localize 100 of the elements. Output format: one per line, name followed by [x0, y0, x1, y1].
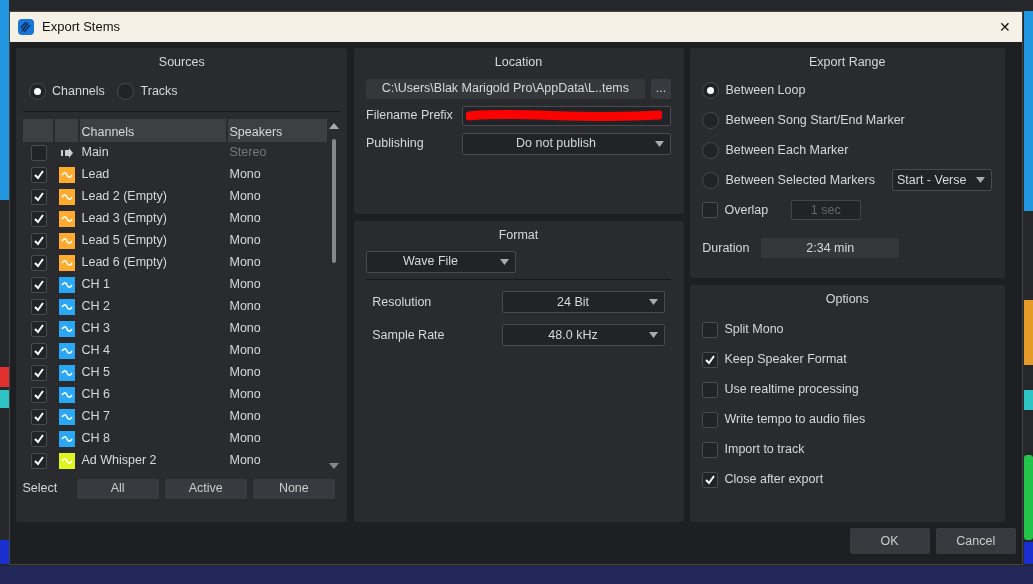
- channel-name: Ad Whisper 2: [80, 452, 158, 470]
- speaker-format: Mono: [229, 188, 261, 206]
- panel-title: Export Range: [808, 54, 887, 72]
- field-label: Sample Rate: [372, 326, 446, 344]
- resolution-dropdown[interactable]: 24 Bit: [502, 291, 665, 314]
- caret-icon: [976, 177, 986, 184]
- speaker-format: Mono: [229, 210, 261, 228]
- speaker-format: Stereo: [229, 144, 267, 162]
- radio-button[interactable]: [702, 111, 720, 129]
- browse-button[interactable]: ...: [651, 78, 671, 99]
- radio-button[interactable]: [28, 83, 46, 101]
- select-button[interactable]: All: [76, 478, 159, 499]
- checkbox[interactable]: [30, 276, 47, 293]
- select-button[interactable]: None: [252, 478, 335, 499]
- speaker-format: Mono: [229, 232, 261, 250]
- checkbox[interactable]: [30, 298, 47, 315]
- select-label: Select: [22, 480, 59, 498]
- panel-title: Location: [493, 54, 544, 72]
- checkbox[interactable]: [702, 441, 719, 458]
- sample-rate-dropdown[interactable]: 48.0 kHz: [502, 324, 665, 347]
- radio-button[interactable]: [702, 81, 720, 99]
- speaker-format: Mono: [229, 364, 261, 382]
- channel-name: Lead 3 (Empty): [80, 210, 168, 228]
- channel-name: Lead: [80, 166, 111, 184]
- panel-title: Sources: [157, 54, 206, 72]
- field-label: Publishing: [366, 135, 425, 153]
- speaker-format: Mono: [229, 342, 261, 360]
- path-field[interactable]: C:\Users\Blak Marigold Pro\AppData\L..tems: [366, 78, 645, 99]
- markers-dropdown[interactable]: Start - Verse: [892, 169, 993, 192]
- column-header: Channels: [79, 118, 228, 142]
- checkbox[interactable]: [30, 430, 47, 447]
- channel-name: CH 7: [80, 408, 111, 426]
- radio-label: Tracks: [140, 83, 178, 101]
- radio-label: Between Song Start/End Marker: [725, 112, 905, 129]
- channel-name: CH 4: [80, 342, 111, 360]
- select-button[interactable]: Active: [164, 478, 247, 499]
- checkbox[interactable]: [702, 202, 719, 219]
- channel-name: CH 1: [80, 276, 111, 294]
- channel-name: CH 2: [80, 298, 111, 316]
- checkbox[interactable]: [30, 342, 47, 359]
- checkbox-label: Write tempo to audio files: [724, 411, 866, 429]
- channel-name: CH 5: [80, 364, 111, 382]
- checkbox-label: Split Mono: [724, 321, 784, 339]
- speaker-format: Mono: [229, 452, 261, 470]
- checkbox[interactable]: [30, 364, 47, 381]
- checkbox[interactable]: [30, 166, 47, 183]
- radio-button[interactable]: [702, 171, 720, 189]
- checkbox[interactable]: [30, 386, 47, 403]
- publishing-dropdown[interactable]: Do not publish: [462, 132, 671, 155]
- checkbox-label: Close after export: [724, 471, 824, 489]
- checkbox-label: Import to track: [724, 441, 805, 459]
- checkbox[interactable]: [702, 471, 719, 488]
- track-clip: [1024, 542, 1033, 564]
- speaker-format: Mono: [229, 386, 261, 404]
- field-label: Resolution: [372, 293, 433, 311]
- track-clip: [0, 367, 9, 387]
- checkbox-label: Keep Speaker Format: [724, 351, 847, 369]
- speaker-format: Mono: [229, 430, 261, 448]
- radio-button[interactable]: [117, 83, 135, 101]
- dialog-button[interactable]: Cancel: [935, 528, 1016, 555]
- checkbox[interactable]: [30, 254, 47, 271]
- checkbox[interactable]: [30, 210, 47, 227]
- speaker-format: Mono: [229, 254, 261, 272]
- track-clip: [1024, 300, 1033, 365]
- checkbox[interactable]: [30, 144, 47, 161]
- speaker-format: Mono: [229, 320, 261, 338]
- checkbox[interactable]: [702, 351, 719, 368]
- radio-label: Between Selected Markers: [725, 172, 875, 189]
- window-title: Export Stems: [42, 18, 121, 37]
- caret-icon: [500, 258, 509, 265]
- checkbox[interactable]: [30, 320, 47, 337]
- checkbox[interactable]: [30, 408, 47, 425]
- radio-label: Between Each Marker: [725, 142, 849, 159]
- caret-icon: [655, 140, 664, 147]
- dialog-button[interactable]: OK: [849, 528, 930, 555]
- checkbox[interactable]: [702, 321, 719, 338]
- channel-name: Main: [80, 144, 110, 162]
- close-button[interactable]: ✕: [998, 16, 1011, 38]
- caret-icon: [648, 332, 658, 339]
- filename-prefix-field[interactable]: [462, 105, 671, 126]
- checkbox[interactable]: [30, 232, 47, 249]
- panel-title: Options: [824, 290, 870, 308]
- channel-name: CH 6: [80, 386, 111, 404]
- speaker-format: Mono: [229, 408, 261, 426]
- radio-label: Channels: [52, 83, 105, 101]
- channel-name: CH 8: [80, 430, 111, 448]
- app-logo-icon: [18, 19, 34, 35]
- checkbox-label: Overlap: [724, 202, 770, 219]
- checkbox[interactable]: [30, 188, 47, 205]
- file-type-dropdown[interactable]: Wave File: [366, 250, 516, 273]
- radio-button[interactable]: [702, 141, 720, 159]
- checkbox[interactable]: [702, 381, 719, 398]
- checkbox[interactable]: [30, 452, 47, 469]
- checkbox-label: Use realtime processing: [724, 381, 859, 399]
- track-clip: [1024, 390, 1033, 410]
- channel-name: Lead 2 (Empty): [80, 188, 168, 206]
- caret-icon: [648, 299, 658, 306]
- field-label: Filename Prefix: [366, 107, 454, 125]
- checkbox[interactable]: [702, 411, 719, 428]
- panel-title: Format: [497, 226, 540, 244]
